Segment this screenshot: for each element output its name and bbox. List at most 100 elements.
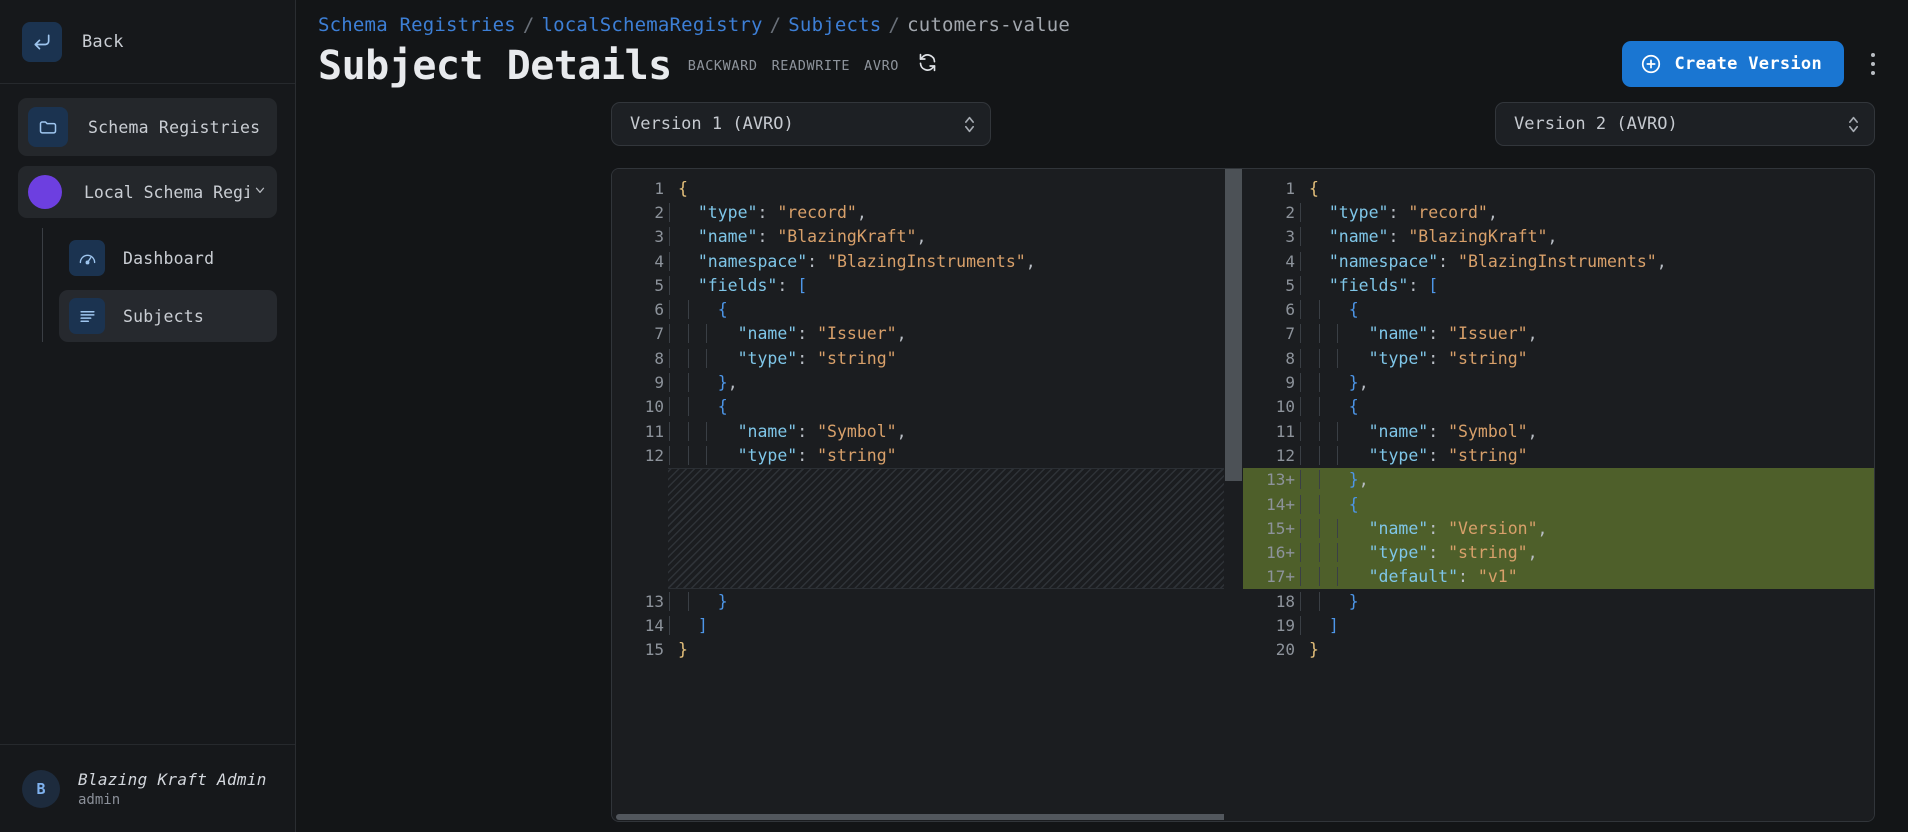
back-arrow-icon [22, 21, 62, 62]
code-token: : [1428, 348, 1449, 368]
more-vertical-icon[interactable] [1856, 44, 1890, 84]
breadcrumb-link[interactable]: Subjects [788, 14, 881, 36]
indent-guide [1318, 470, 1320, 490]
indent-guide [669, 348, 670, 368]
code-line: 6 { [1243, 297, 1874, 321]
line-number: 19 [1275, 615, 1295, 635]
sidebar-item-label: Schema Registries [88, 117, 261, 137]
breadcrumb-link[interactable]: Schema Registries [318, 14, 516, 36]
indent-guide [1318, 373, 1320, 393]
code-line: 7 "name": "Issuer", [612, 322, 1243, 346]
code-text: "type": "string" [1299, 348, 1874, 368]
line-number: 9 [654, 373, 664, 393]
create-version-button[interactable]: Create Version [1621, 41, 1844, 87]
line-number: 12 [1275, 445, 1295, 465]
code-text: "type": "string", [1299, 543, 1874, 563]
version-select-right[interactable]: Version 2 (AVRO) [1495, 102, 1875, 146]
indent-guide [1300, 591, 1301, 611]
code-text: } [1299, 640, 1874, 659]
code-line: 7 "name": "Issuer", [1243, 322, 1874, 346]
code-token: : [1428, 445, 1449, 465]
sidebar-item-dashboard[interactable]: Dashboard [59, 232, 277, 284]
indent-guide [1300, 615, 1301, 635]
indent-guide [1300, 275, 1301, 295]
code-token: , [856, 202, 867, 222]
code-token: } [1309, 640, 1319, 660]
code-token: ] [697, 615, 708, 635]
horizontal-scrollbar-left[interactable] [612, 813, 1243, 821]
app-root: Back Schema Registries Local Schema Regi… [0, 0, 1908, 832]
code-token: "string" [1448, 543, 1528, 563]
line-number: 10 [1275, 397, 1295, 417]
version-select-left[interactable]: Version 1 (AVRO) [611, 102, 991, 146]
code-token: "name" [1368, 421, 1429, 441]
breadcrumb-link[interactable]: localSchemaRegistry [542, 14, 763, 36]
code-text: "name": "Symbol", [668, 421, 1243, 441]
refresh-icon[interactable] [917, 52, 938, 79]
code-token: "string" [817, 348, 897, 368]
code-token: "Version" [1448, 518, 1538, 538]
indent-guide [1300, 567, 1301, 587]
code-token: } [1348, 470, 1359, 490]
line-number: 4 [1285, 251, 1295, 271]
code-text: "name": "Version", [1299, 518, 1874, 538]
list-icon [69, 298, 105, 334]
status-badge: BACKWARD [687, 57, 758, 74]
code-text: "default": "v1" [1299, 567, 1874, 587]
code-token: , [1527, 543, 1538, 563]
code-token: "name" [697, 227, 758, 247]
line-number: 6 [654, 300, 664, 320]
code-text: "fields": [ [1299, 275, 1874, 295]
code-token: "fields" [1328, 275, 1409, 295]
code-line: 12 "type": "string" [612, 443, 1243, 467]
code-token: : [1428, 543, 1449, 563]
indent-guide [1300, 494, 1301, 514]
code-text: ] [668, 615, 1243, 635]
chevron-updown-icon [963, 113, 976, 135]
code-line: 10 { [1243, 395, 1874, 419]
code-line: 14 ] [612, 613, 1243, 637]
diff-pane-right[interactable]: 1{2 "type": "record", 3 "name": "BlazingK… [1243, 169, 1874, 821]
vertical-scrollbar[interactable] [1224, 169, 1243, 821]
code-text: { [668, 300, 1243, 320]
code-line: 19 ] [1243, 613, 1874, 637]
version-select-left-value: Version 1 (AVRO) [630, 114, 794, 134]
breadcrumb-separator: / [888, 14, 901, 36]
code-line: 4 "namespace": "BlazingInstruments", [1243, 249, 1874, 273]
indent-guide [706, 421, 708, 441]
user-profile[interactable]: B Blazing Kraft Admin admin [0, 744, 295, 832]
back-button[interactable]: Back [0, 0, 295, 84]
indent-guide [669, 300, 670, 320]
header-actions: Create Version [1621, 41, 1891, 87]
sidebar-item-subjects[interactable]: Subjects [59, 290, 277, 342]
breadcrumb-separator: / [522, 14, 535, 36]
line-number: 11 [1275, 421, 1295, 441]
indent-guide [1318, 348, 1320, 368]
indent-guide [687, 324, 689, 344]
code-token: , [1487, 202, 1498, 222]
indent-guide [1337, 348, 1339, 368]
code-token: "name" [1328, 227, 1389, 247]
chevron-updown-icon [1847, 113, 1860, 135]
indent-guide [1318, 518, 1320, 538]
code-token: } [1348, 591, 1359, 611]
line-number: 8 [654, 348, 664, 368]
code-token: : [1428, 518, 1449, 538]
code-token: : [1458, 567, 1478, 587]
code-token: "BlazingKraft" [1408, 227, 1548, 247]
code-token: "type" [737, 445, 798, 465]
sidebar: Back Schema Registries Local Schema Regi… [0, 0, 296, 832]
indent-guide [1300, 543, 1301, 563]
code-token: : [757, 202, 778, 222]
code-token: , [1025, 251, 1036, 271]
diff-gap-hatch [668, 468, 1243, 589]
indent-guide [1300, 202, 1301, 222]
registry-selector[interactable]: Local Schema Regi… [18, 166, 277, 218]
indent-guide [1337, 567, 1339, 587]
code-text: "type": "record", [668, 202, 1243, 222]
code-text: }, [1299, 470, 1874, 490]
sidebar-item-schema-registries[interactable]: Schema Registries [18, 98, 277, 156]
sidebar-item-label: Subjects [123, 306, 205, 326]
diff-pane-left[interactable]: 1{2 "type": "record", 3 "name": "BlazingK… [612, 169, 1243, 821]
